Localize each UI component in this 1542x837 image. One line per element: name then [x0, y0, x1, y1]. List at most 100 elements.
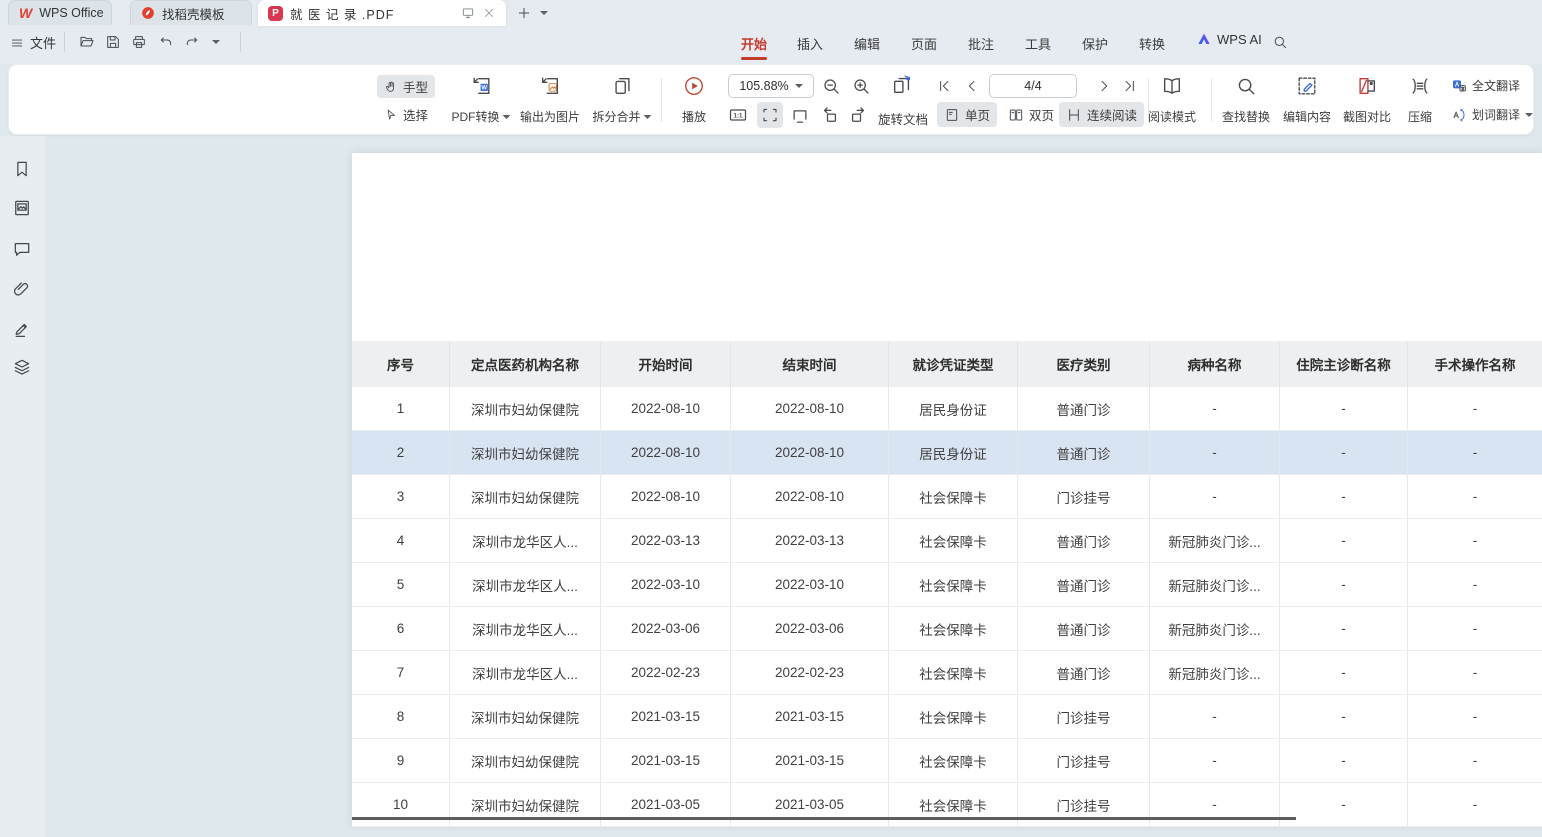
table-cell: 2022-02-23 [731, 651, 889, 694]
find-replace-button[interactable]: 查找替换 [1222, 75, 1270, 125]
table-cell: - [1150, 475, 1280, 518]
table-cell: - [1280, 739, 1408, 782]
table-cell: - [1150, 431, 1280, 474]
wps-logo-icon: W [19, 5, 32, 21]
page-indicator-field[interactable]: 4/4 [989, 74, 1077, 98]
table-cell: - [1408, 651, 1542, 694]
split-merge-icon [611, 75, 633, 97]
layers-icon[interactable] [12, 357, 32, 377]
table-row: 4深圳市龙华区人...2022-03-132022-03-13社会保障卡普通门诊… [352, 519, 1542, 563]
continuous-reading-button[interactable]: 连续阅读 [1059, 102, 1144, 127]
table-cell: - [1280, 695, 1408, 738]
screenshot-compare-label: 截图对比 [1343, 108, 1391, 125]
full-translate-button[interactable]: A 全文翻译 [1451, 77, 1520, 94]
table-cell: 深圳市妇幼保健院 [450, 431, 601, 474]
edit-content-label: 编辑内容 [1283, 108, 1331, 125]
pdf-convert-icon: W [470, 75, 492, 97]
rotate-left-icon[interactable] [820, 105, 840, 125]
table-cell: 社会保障卡 [889, 695, 1018, 738]
close-tab-icon[interactable] [482, 6, 496, 20]
compress-button[interactable]: 压缩 [1408, 75, 1432, 125]
compress-icon [1409, 75, 1431, 97]
first-page-icon[interactable] [936, 78, 952, 94]
redo-icon[interactable] [184, 34, 200, 50]
tab-wps-home[interactable]: W WPS Office [8, 0, 112, 25]
last-page-icon[interactable] [1122, 78, 1138, 94]
signature-icon[interactable] [12, 318, 32, 338]
play-label: 播放 [682, 108, 706, 125]
tab-list-chevron-icon[interactable] [540, 11, 548, 15]
rotate-doc-label[interactable]: 旋转文档 [878, 109, 928, 128]
menu-tab-4[interactable]: 页面 [907, 31, 941, 56]
zoom-in-icon[interactable] [851, 76, 871, 96]
file-menu-button[interactable]: 文件 [10, 33, 56, 52]
table-cell: 新冠肺炎门诊... [1150, 651, 1280, 694]
menu-tab-6[interactable]: 工具 [1021, 31, 1055, 56]
actual-size-icon[interactable]: 1:1 [728, 105, 748, 125]
compress-label: 压缩 [1408, 108, 1432, 125]
select-tool-button[interactable]: 选择 [377, 103, 435, 126]
play-button[interactable]: 播放 [682, 75, 706, 125]
split-merge-button[interactable]: 拆分合并 [592, 75, 651, 125]
menu-tab-8[interactable]: 转换 [1135, 31, 1169, 56]
menu-tab-7[interactable]: 保护 [1078, 31, 1112, 56]
table-cell: 普通门诊 [1018, 563, 1150, 606]
table-cell: 居民身份证 [889, 431, 1018, 474]
table-cell: 8 [352, 695, 450, 738]
table-cell: 门诊挂号 [1018, 739, 1150, 782]
menu-tab-2[interactable]: 插入 [793, 31, 827, 56]
table-cell: 居民身份证 [889, 387, 1018, 430]
table-cell: 社会保障卡 [889, 519, 1018, 562]
table-cell: 2022-08-10 [601, 475, 731, 518]
table-row: 8深圳市妇幼保健院2021-03-152021-03-15社会保障卡门诊挂号--… [352, 695, 1542, 739]
print-icon[interactable] [131, 34, 147, 50]
screenshot-compare-button[interactable]: 截图对比 [1343, 75, 1391, 125]
single-page-label: 单页 [965, 105, 990, 124]
header-cell: 结束时间 [731, 341, 889, 387]
table-cell: 2022-08-10 [601, 387, 731, 430]
next-page-icon[interactable] [1096, 78, 1112, 94]
table-cell: 9 [352, 739, 450, 782]
fit-page-button[interactable] [757, 102, 783, 128]
zoom-level-field[interactable]: 105.88% [728, 74, 814, 98]
table-cell: 1 [352, 387, 450, 430]
table-cell: - [1280, 607, 1408, 650]
export-image-button[interactable]: 输出为图片 [520, 75, 580, 125]
quickbar-chevron-icon[interactable] [212, 40, 220, 44]
comments-icon[interactable] [12, 239, 32, 259]
table-cell: - [1408, 563, 1542, 606]
bookmark-icon[interactable] [12, 159, 32, 179]
previous-page-icon[interactable] [964, 78, 980, 94]
rotate-right-icon[interactable] [848, 105, 868, 125]
word-translate-button[interactable]: 划词翻译 [1451, 106, 1533, 123]
pdf-convert-button[interactable]: W PDF转换 [451, 75, 510, 125]
menu-tab-5[interactable]: 批注 [964, 31, 998, 56]
table-cell: - [1408, 783, 1542, 826]
hand-tool-button[interactable]: 手型 [377, 75, 435, 98]
menu-tab-3[interactable]: 编辑 [850, 31, 884, 56]
edit-content-button[interactable]: 编辑内容 [1283, 75, 1331, 125]
tab-document-active[interactable]: P 就 医 记 录 .PDF [258, 0, 506, 26]
tab-docer-templates[interactable]: 找稻壳模板 [130, 0, 252, 25]
table-cell: 2 [352, 431, 450, 474]
single-page-button[interactable]: 单页 [937, 102, 997, 127]
wps-ai-button[interactable]: WPS AI [1196, 31, 1262, 47]
read-mode-button[interactable]: 阅读模式 [1148, 75, 1196, 125]
menu-tab-1[interactable]: 开始 [737, 31, 771, 56]
undo-icon[interactable] [158, 34, 174, 50]
zoom-out-icon[interactable] [821, 76, 841, 96]
menu-search-icon[interactable] [1272, 34, 1288, 50]
monitor-icon[interactable] [461, 6, 475, 20]
table-cell: 7 [352, 651, 450, 694]
rotate-document-icon[interactable] [891, 74, 913, 96]
attachments-icon[interactable] [12, 279, 32, 299]
document-title: 就 医 记 录 .PDF [290, 4, 454, 23]
open-file-icon[interactable] [79, 34, 95, 50]
new-tab-icon[interactable] [516, 5, 532, 21]
table-cell: - [1408, 475, 1542, 518]
fit-width-icon[interactable] [790, 105, 810, 125]
divider [1211, 78, 1212, 122]
save-icon[interactable] [105, 34, 121, 50]
thumbnails-icon[interactable] [12, 198, 32, 218]
left-sidebar [0, 136, 45, 837]
